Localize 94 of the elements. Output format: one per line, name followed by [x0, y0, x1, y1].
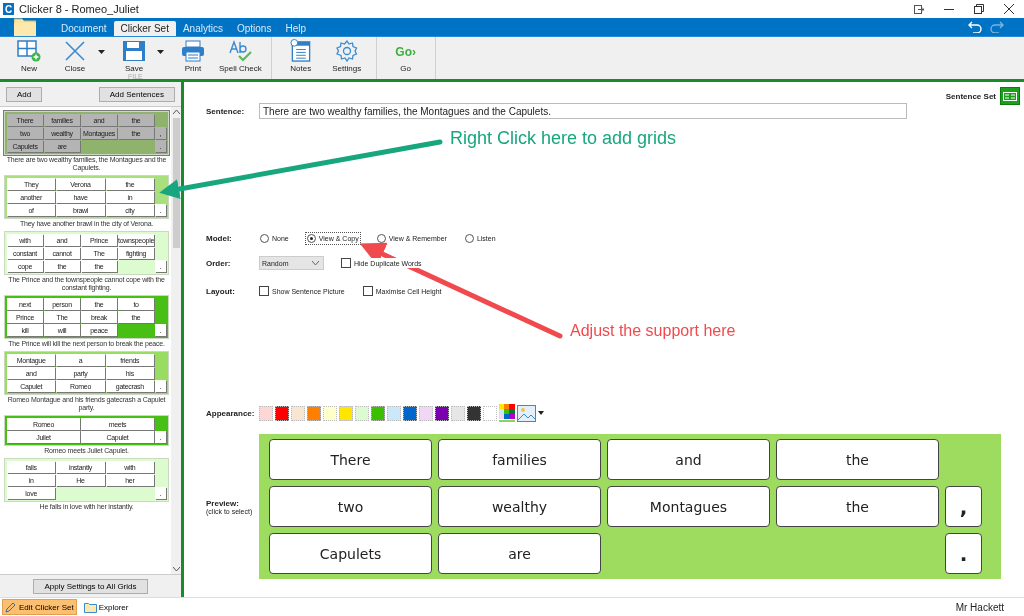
color-swatch[interactable]: [307, 405, 321, 421]
status-button[interactable]: Edit Clicker Set: [2, 599, 77, 615]
ribbon-tab[interactable]: Help: [278, 21, 313, 36]
notepad-icon: [289, 39, 312, 62]
ribbon-tab[interactable]: Options: [229, 21, 279, 36]
folder-icon[interactable]: [14, 18, 36, 36]
field-label: Preview:: [206, 498, 240, 508]
word-cell[interactable]: There: [269, 439, 432, 480]
redo-icon[interactable]: [990, 21, 1004, 33]
color-swatch[interactable]: [339, 405, 353, 421]
punctuation-cell: .: [155, 324, 166, 336]
field-label: Order:: [206, 258, 232, 268]
palette-icon[interactable]: [499, 404, 515, 422]
sidebar-button[interactable]: Add Sentences: [98, 87, 175, 102]
ribbon-tab[interactable]: Document: [54, 21, 114, 36]
caret-icon[interactable]: [538, 411, 544, 415]
word-cell[interactable]: the: [776, 486, 939, 527]
app-icon: C: [3, 3, 14, 15]
spell-check-icon: [228, 40, 253, 62]
undo-icon[interactable]: [968, 21, 982, 33]
word-cell[interactable]: wealthy: [438, 486, 601, 527]
ribbon-tab[interactable]: Clicker Set: [113, 21, 176, 36]
field-label: Sentence:: [206, 106, 246, 116]
restore-icon[interactable]: [974, 4, 984, 14]
punctuation-cell[interactable]: ,: [945, 486, 982, 527]
toolbar-button[interactable]: Spell Check: [216, 37, 265, 73]
toolbar-button[interactable]: Save: [111, 37, 170, 73]
preview-grid[interactable]: There families and the two wealthy Montagues the , Capulets are .: [259, 434, 1001, 579]
word-cell[interactable]: families: [438, 439, 601, 480]
word-cell[interactable]: Capulets: [269, 533, 432, 574]
field-label: Model:: [206, 234, 233, 243]
ribbon-tab[interactable]: Analytics: [175, 21, 230, 36]
grid-add-icon: [17, 40, 41, 62]
word-cell[interactable]: Montagues: [607, 486, 770, 527]
toolbar-button[interactable]: Notes: [277, 37, 324, 73]
folder-icon: [83, 601, 97, 613]
window-title: Clicker 8 - Romeo_Juliet: [19, 3, 139, 15]
color-swatch[interactable]: [435, 405, 449, 421]
settings-icon: [335, 40, 358, 62]
punctuation-cell: .: [155, 487, 166, 499]
color-swatch[interactable]: [483, 405, 497, 421]
punctuation-cell[interactable]: .: [945, 533, 982, 574]
pencil-icon: [5, 601, 17, 613]
sidebar-button[interactable]: Add: [6, 87, 43, 102]
word-cell[interactable]: are: [438, 533, 601, 574]
punctuation-cell: .: [155, 140, 166, 152]
punctuation-cell: .: [155, 431, 166, 443]
scrollbar[interactable]: [171, 107, 181, 574]
user-name: Mr Hackett: [955, 601, 1005, 613]
close-icon: [64, 40, 86, 62]
annotation-text: Adjust the support here: [570, 322, 736, 340]
color-swatch[interactable]: [323, 405, 337, 421]
color-swatch[interactable]: [451, 405, 465, 421]
punctuation-cell: .: [155, 204, 166, 216]
toolbar-button[interactable]: Print: [170, 37, 216, 73]
field-label: Layout:: [206, 286, 236, 296]
punctuation-cell: .: [155, 380, 166, 392]
scroll-down-icon[interactable]: [172, 567, 180, 571]
status-button[interactable]: Explorer: [80, 599, 132, 615]
sentence-set-button[interactable]: [1000, 87, 1020, 105]
sentence-field[interactable]: There are two wealthy families, the Montagues and the Capulets.: [259, 103, 907, 119]
color-swatch[interactable]: [403, 405, 417, 421]
color-swatch[interactable]: [259, 405, 273, 421]
field-label: Appearance:: [206, 408, 256, 418]
toolbar-button[interactable]: Go› Go: [382, 37, 429, 73]
grid-icon: [1003, 91, 1017, 101]
color-swatch[interactable]: [467, 405, 481, 421]
picture-icon[interactable]: [517, 404, 536, 422]
minimize-icon[interactable]: [944, 8, 954, 10]
annotation-text: Right Click here to add grids: [450, 128, 677, 149]
toolbar-button[interactable]: New: [6, 37, 52, 73]
toolbar-button[interactable]: Close: [52, 37, 111, 73]
chevron-icon: [312, 261, 319, 265]
color-swatch[interactable]: [355, 405, 369, 421]
punctuation-cell: ,: [155, 127, 166, 139]
share-icon[interactable]: [914, 4, 924, 14]
color-swatch[interactable]: [419, 405, 433, 421]
word-cell[interactable]: the: [776, 439, 939, 480]
toolbar-button[interactable]: Settings: [323, 37, 370, 73]
color-swatch[interactable]: [291, 405, 305, 421]
printer-icon: [181, 40, 205, 62]
scroll-up-icon[interactable]: [172, 110, 180, 114]
close-icon[interactable]: [1004, 4, 1014, 14]
punctuation-cell: .: [155, 260, 166, 272]
caret-icon: [98, 50, 105, 54]
color-swatch[interactable]: [371, 405, 385, 421]
word-cell[interactable]: two: [269, 486, 432, 527]
sentence-set-label: Sentence Set: [945, 91, 996, 101]
color-swatch[interactable]: [275, 405, 289, 421]
apply-settings-button[interactable]: Apply Settings to All Grids: [33, 579, 148, 594]
caret-icon: [157, 50, 164, 54]
scroll-thumb[interactable]: [172, 118, 180, 248]
word-cell[interactable]: and: [607, 439, 770, 480]
color-swatch[interactable]: [387, 405, 401, 421]
